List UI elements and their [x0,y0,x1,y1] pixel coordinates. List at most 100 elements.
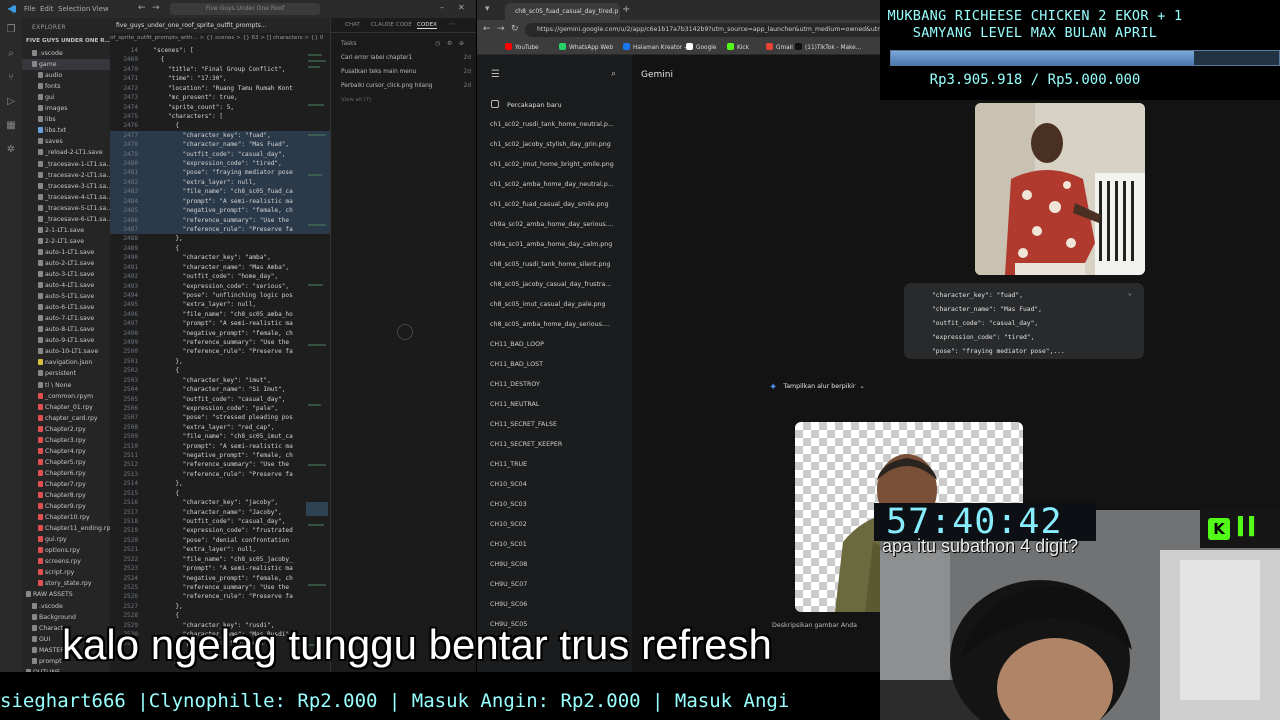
back-arrow-icon[interactable]: ← [138,3,146,13]
code-line[interactable]: 2526 "reference_rule": "Preserve fa [110,592,330,601]
code-line[interactable]: 2520 "pose": "denial confrontation [110,536,330,545]
conversation-item[interactable]: CH9U_SC06 [490,601,630,608]
code-line[interactable]: 2499 "reference_summary": "Use the [110,338,330,347]
tab-search-icon[interactable]: ▾ [485,4,490,14]
code-line[interactable]: 2479 "outfit_code": "casual_day", [110,149,330,159]
code-line[interactable]: 2505 "outfit_code": "casual_day", [110,395,330,404]
explorer-item[interactable]: Chapter6.rpy [22,468,86,479]
code-line[interactable]: 2506 "expression_code": "pale", [110,404,330,413]
explorer-item[interactable]: Chapter7.rpy [22,479,86,490]
code-line[interactable]: 2501 }, [110,357,330,366]
search-icon[interactable]: ⌕ [611,69,616,79]
explorer-item[interactable]: Chapter_01.rpy [22,402,93,413]
run-debug-icon[interactable]: ▷ [5,96,17,108]
code-line[interactable]: 2510 "prompt": "A semi-realistic ma [110,442,330,451]
explorer-item[interactable]: Chapter2.rpy [22,424,86,435]
explorer-item[interactable]: OUTLINE [22,667,60,672]
menu-icon[interactable]: ☰ [491,69,500,80]
conversation-item[interactable]: CH11_BAD_LOOP [490,341,630,348]
gemini-brand[interactable]: Gemini [641,70,673,80]
code-line[interactable]: 2525 "reference_summary": "Use the [110,583,330,592]
explorer-item[interactable]: saves [22,136,63,147]
code-line[interactable]: 2515 { [110,489,330,498]
explorer-item[interactable]: chapter_card.rpy [22,413,98,424]
explorer-item[interactable]: persistent [22,368,76,379]
explorer-item[interactable]: auto-2-LT1.save [22,258,94,269]
explorer-item[interactable]: navigation.json [22,357,92,368]
minimize-icon[interactable]: – [440,3,444,12]
code-editor[interactable]: five_guys_under_one_roof_sprite_outfit_p… [110,18,330,672]
code-line[interactable]: 2485 "negative_prompt": "female, ch [110,206,330,216]
conversation-item[interactable]: ch8_sc05_jacoby_casual_day_frustra... [490,281,630,288]
explorer-item[interactable]: script.rpy [22,567,74,578]
settings-icon[interactable]: ⚙ [447,40,452,47]
tab-claude-code[interactable]: CLAUDE CODE [371,22,412,28]
conversation-item[interactable]: CH11_SECRET_KEEPER [490,441,630,448]
conversation-item[interactable]: ch9a_sc01_amba_home_day_calm.png [490,241,630,248]
code-line[interactable]: 14 "scenes": [ [110,46,330,55]
conversation-item[interactable]: CH11_TRUE [490,461,630,468]
bookmark-item[interactable]: Kick [727,43,749,51]
explorer-item[interactable]: Chapter11_ending.rpy [22,523,110,534]
explorer-item[interactable]: game [22,59,110,71]
files-icon[interactable]: ❐ [5,24,17,36]
breadcrumb[interactable]: of_sprite_outfit_prompts_with... > {} sc… [110,33,330,44]
code-line[interactable]: 2509 "file_name": "ch8_sc05_imut_ca [110,432,330,441]
explorer-item[interactable]: story_state.rpy [22,578,92,589]
conversation-item[interactable]: CH11_SECRET_FALSE [490,421,630,428]
conversation-item[interactable]: CH9U_SC08 [490,561,630,568]
conversation-item[interactable]: CH11_BAD_LOST [490,361,630,368]
search-icon[interactable]: ⌕ [5,48,17,60]
explorer-item[interactable]: tl \ None [22,380,71,391]
explorer-item[interactable]: 2-2-LT1.save [22,236,84,247]
explorer-item[interactable]: _tracesave-4-LT1.sa... [22,192,110,203]
explorer-item[interactable]: prompt [22,656,62,667]
forward-arrow-icon[interactable]: → [152,3,160,13]
extensions-icon[interactable]: ▦ [5,120,17,132]
new-task-icon[interactable]: ⊕ [459,40,464,47]
editor-tab[interactable]: five_guys_under_one_roof_sprite_outfit_p… [110,18,330,33]
explorer-item[interactable]: images [22,103,68,114]
command-center[interactable]: Five Guys Under One Roof [170,3,320,15]
bookmark-item[interactable]: YouTube [505,43,539,51]
code-line[interactable]: 2512 "reference_summary": "Use the [110,460,330,469]
code-line[interactable]: 2486 "reference_summary": "Use the [110,215,330,225]
code-line[interactable]: 2511 "negative_prompt": "female, ch [110,451,330,460]
code-line[interactable]: 2521 "extra_layer": null, [110,545,330,554]
menu-edit[interactable]: Edit [40,5,54,13]
menu-file[interactable]: File [24,5,36,13]
code-line[interactable]: 2488 }, [110,234,330,243]
code-line[interactable]: 2519 "expression_code": "frustrated [110,526,330,535]
conversation-item[interactable]: ch1_sc02_imut_home_bright_smile.png [490,161,630,168]
conversation-item[interactable]: CH10_SC04 [490,481,630,488]
code-line[interactable]: 2524 "negative_prompt": "female, ch [110,574,330,583]
code-line[interactable]: 2507 "pose": "stressed pleading pos [110,413,330,422]
code-line[interactable]: 2478 "character_name": "Mas Fuad", [110,140,330,150]
conversation-item[interactable]: ch9a_sc02_amba_home_day_serious.... [490,221,630,228]
code-line[interactable]: 2482 "extra_layer": null, [110,177,330,188]
explorer-item[interactable]: RAW ASSETS [22,589,73,600]
code-line[interactable]: 2500 "reference_rule": "Preserve fa [110,347,330,356]
explorer-item[interactable]: auto-7-LT1.save [22,313,94,324]
explorer-item[interactable]: _reload-2-LT1.save [22,147,103,158]
project-root[interactable]: FIVE GUYS UNDER ONE R... [26,36,110,47]
code-line[interactable]: 2471 "time": "17:30", [110,74,330,83]
explorer-item[interactable]: auto-5-LT1.save [22,291,94,302]
code-line[interactable]: 2523 "prompt": "A semi-realistic ma [110,564,330,573]
explorer-item[interactable]: Chapter9.rpy [22,501,86,512]
new-chat-button[interactable]: Percakapan baru [491,100,562,109]
explorer-item[interactable]: fonts [22,81,61,92]
explorer-item[interactable]: _common.rpym [22,391,93,402]
explorer-item[interactable]: Chapter8.rpy [22,490,86,501]
code-line[interactable]: 2502 { [110,366,330,375]
explorer-item[interactable]: .vscode [22,48,63,59]
explorer-item[interactable]: libs [22,114,56,125]
explorer-item[interactable]: auto-3-LT1.save [22,269,94,280]
code-line[interactable]: 2480 "expression_code": "tired", [110,159,330,169]
conversation-item[interactable]: ch8_sc05_imut_casual_day_pale.png [490,301,630,308]
explorer-item[interactable]: Chapter5.rpy [22,457,86,468]
tab-chat[interactable]: CHAT [345,22,360,28]
bookmark-item[interactable]: Google [686,43,716,51]
code-line[interactable]: 2527 }, [110,602,330,611]
prompt-code-card[interactable]: ⌄ "character_key": "fuad", "character_nam… [904,283,1144,359]
